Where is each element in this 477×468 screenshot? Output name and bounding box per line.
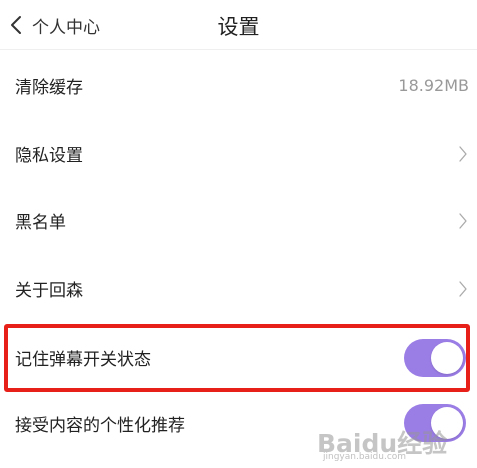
blacklist-row[interactable]: 黑名单 — [0, 187, 477, 254]
personalized-recommendation-toggle[interactable] — [404, 404, 466, 442]
toggle-knob — [431, 407, 463, 439]
personalized-recommendation-row: 接受内容的个性化推荐 — [0, 390, 477, 457]
privacy-settings-label: 隐私设置 — [15, 146, 83, 166]
about-row[interactable]: 关于回森 — [0, 255, 477, 322]
navigation-bar: 个人中心 设置 — [0, 0, 477, 50]
chevron-right-icon — [459, 280, 467, 297]
remember-danmaku-row: 记住弹幕开关状态 — [0, 324, 477, 391]
toggle-knob — [431, 342, 463, 374]
remember-danmaku-toggle[interactable] — [404, 339, 466, 377]
cache-size-value: 18.92MB — [398, 76, 469, 95]
remember-danmaku-label: 记住弹幕开关状态 — [15, 350, 151, 370]
chevron-right-icon — [459, 145, 467, 162]
personalized-recommendation-label: 接受内容的个性化推荐 — [15, 416, 185, 436]
clear-cache-label: 清除缓存 — [15, 78, 83, 98]
page-title: 设置 — [217, 15, 260, 39]
clear-cache-row[interactable]: 清除缓存 18.92MB — [0, 52, 477, 119]
chevron-right-icon — [459, 212, 467, 229]
privacy-settings-row[interactable]: 隐私设置 — [0, 120, 477, 187]
blacklist-label: 黑名单 — [15, 213, 66, 233]
about-label: 关于回森 — [15, 281, 83, 301]
